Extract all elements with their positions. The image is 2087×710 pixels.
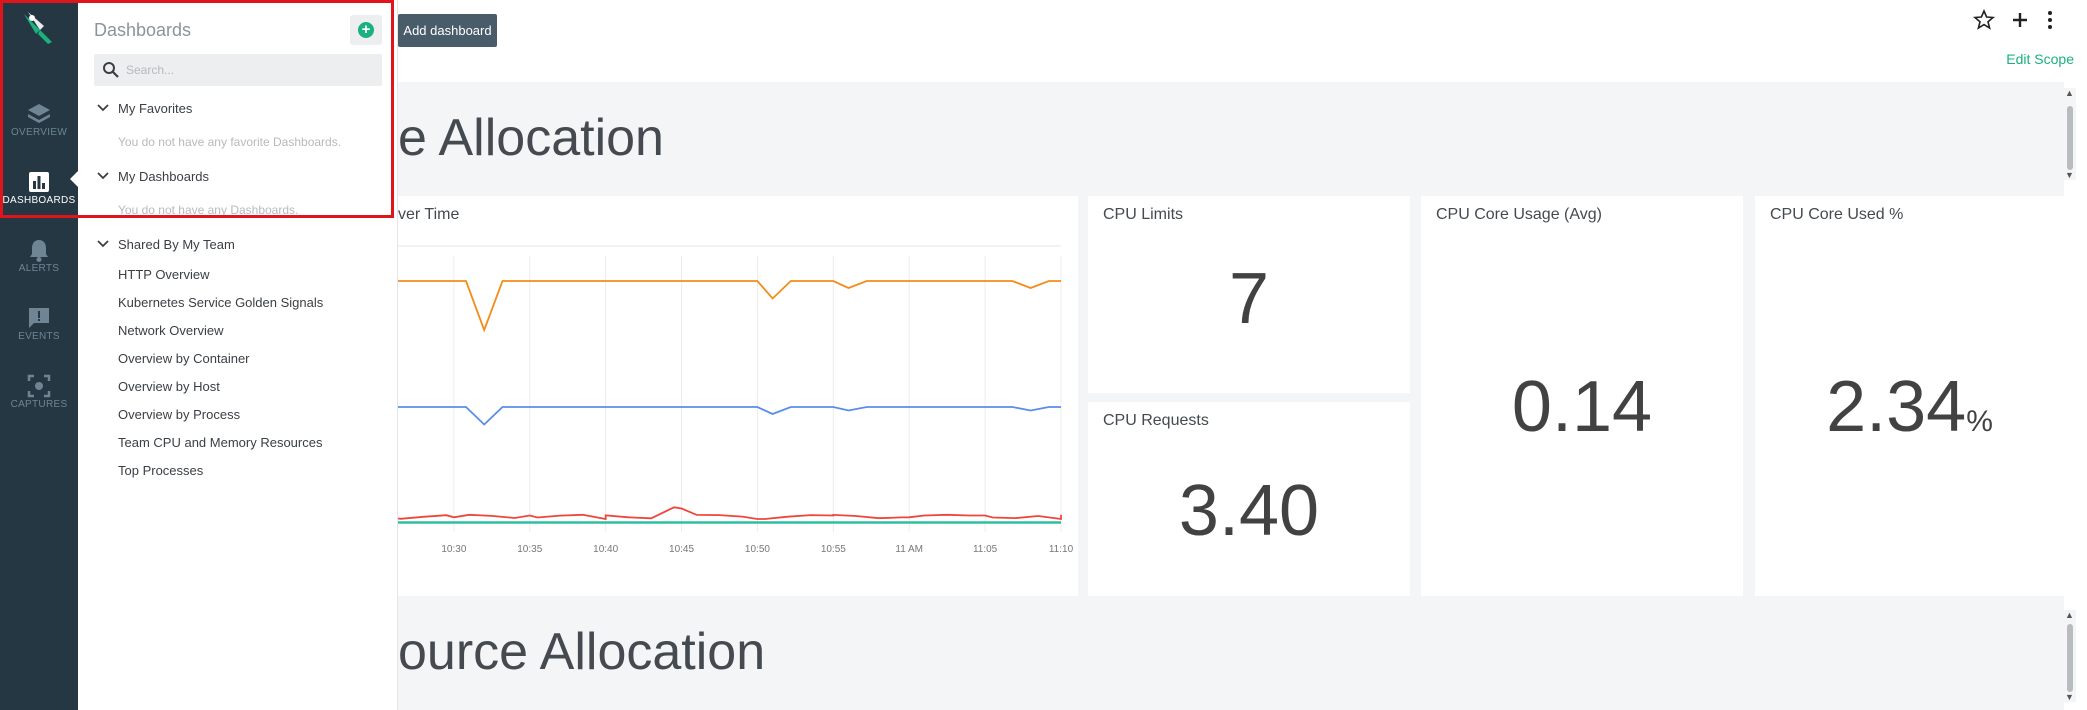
- sysdig-logo-icon[interactable]: [18, 8, 58, 48]
- x-tick-label: 10:55: [821, 544, 846, 555]
- plus-circle-icon: +: [358, 22, 374, 38]
- series-line: [398, 506, 1062, 521]
- section-title: My Dashboards: [118, 169, 210, 184]
- series-line: [398, 406, 1061, 426]
- card-value: 0.14: [1511, 367, 1653, 447]
- scroll-thumb[interactable]: [2067, 106, 2073, 170]
- x-tick-label: 11 AM: [895, 544, 923, 555]
- section-title: Shared By My Team: [118, 237, 235, 252]
- x-tick-label: 10:35: [517, 544, 542, 555]
- scrollbar-bottom[interactable]: ▲ ▼: [2064, 610, 2076, 702]
- dashboard-link[interactable]: Team CPU and Memory Resources: [118, 435, 322, 450]
- chevron-down-icon: [97, 172, 109, 180]
- scroll-down-arrow[interactable]: ▼: [2065, 170, 2074, 180]
- card-title: CPU Core Used %: [1770, 206, 1904, 223]
- more-vertical-icon[interactable]: [2038, 8, 2062, 32]
- panel-title: Dashboards: [94, 20, 192, 40]
- card-cpu-core-usage: CPU Core Usage (Avg) 0.14: [1421, 196, 1743, 596]
- add-dashboard-icon-button[interactable]: +: [350, 15, 382, 45]
- layers-icon: [28, 104, 50, 123]
- dashboard-link[interactable]: Overview by Container: [118, 351, 250, 366]
- dashboard-content: e Allocation ver Time 10:30 10:35 10:40 10:…: [398, 82, 2076, 710]
- dashboard-link[interactable]: Kubernetes Service Golden Signals: [118, 295, 323, 310]
- plus-icon[interactable]: [2008, 8, 2032, 32]
- chat-alert-icon: [29, 308, 49, 328]
- card-title: CPU Requests: [1103, 412, 1209, 429]
- scroll-down-arrow[interactable]: ▼: [2065, 692, 2074, 702]
- nav-item-events[interactable]: EVENTS: [0, 298, 78, 362]
- dashboard-search: [94, 54, 382, 86]
- bar-chart-icon: [29, 172, 49, 192]
- top-bar: Add dashboard Edit Scope: [398, 0, 2087, 82]
- nav-item-dashboards[interactable]: DASHBOARDS: [0, 162, 78, 226]
- section-my-favorites[interactable]: My Favorites: [94, 99, 384, 119]
- search-input[interactable]: [126, 54, 376, 86]
- x-tick-label: 11:10: [1049, 544, 1074, 555]
- card-cpu-requests: CPU Requests 3.40: [1088, 402, 1410, 596]
- chevron-down-icon: [97, 104, 109, 112]
- my-dashboards-empty-note: You do not have any Dashboards.: [118, 203, 299, 217]
- card-cpu-core-used-pct: CPU Core Used % 2.34%: [1755, 196, 2064, 596]
- nav-item-label: ALERTS: [18, 263, 60, 274]
- section-heading: ource Allocation: [398, 623, 766, 681]
- nav-item-captures[interactable]: CAPTURES: [0, 366, 78, 430]
- card-value: 3.40: [1178, 471, 1320, 551]
- bell-icon: [30, 240, 48, 262]
- x-tick-label: 10:30: [441, 544, 466, 555]
- favorites-empty-note: You do not have any favorite Dashboards.: [118, 135, 342, 149]
- card-unit: %: [1966, 405, 1993, 438]
- dashboard-link[interactable]: Network Overview: [118, 323, 223, 338]
- dashboard-link[interactable]: Overview by Host: [118, 379, 220, 394]
- card-cpu-limits: CPU Limits 7: [1088, 196, 1410, 393]
- chart-panel: ver Time 10:30 10:35 10:40 10:45 10:50 10:55 1…: [398, 196, 1078, 596]
- line-chart: 10:30 10:35 10:40 10:45 10:50 10:55 11 AM 11:05…: [398, 245, 1074, 555]
- dashboard-link[interactable]: Top Processes: [118, 463, 203, 478]
- card-title: CPU Core Usage (Avg): [1436, 206, 1602, 223]
- active-nav-pointer: [70, 171, 78, 187]
- dashboard-link[interactable]: Overview by Process: [118, 407, 240, 422]
- card-value-wrap: 2.34%: [1755, 366, 2064, 448]
- card-value: 2.34: [1826, 367, 1967, 447]
- x-tick-label: 11:05: [973, 544, 998, 555]
- add-dashboard-button[interactable]: Add dashboard: [398, 14, 497, 47]
- series-line: [398, 280, 1061, 333]
- nav-item-label: DASHBOARDS: [2, 195, 76, 206]
- nav-item-alerts[interactable]: ALERTS: [0, 230, 78, 294]
- nav-item-label: CAPTURES: [10, 399, 68, 410]
- edit-scope-link[interactable]: Edit Scope: [2006, 51, 2074, 67]
- nav-item-overview[interactable]: OVERVIEW: [0, 94, 78, 158]
- left-nav-rail: OVERVIEW DASHBOARDS ALERTS EVENTS CAPTUR…: [0, 0, 78, 710]
- scroll-thumb[interactable]: [2067, 624, 2073, 692]
- x-tick-label: 10:45: [669, 544, 694, 555]
- nav-item-label: EVENTS: [18, 331, 60, 342]
- star-icon[interactable]: [1972, 8, 1996, 32]
- search-icon: [103, 62, 119, 78]
- x-tick-label: 10:40: [593, 544, 618, 555]
- section-title: My Favorites: [118, 101, 193, 116]
- dashboards-panel: Dashboards + My Favorites You do not hav…: [78, 0, 398, 710]
- nav-item-label: OVERVIEW: [10, 127, 68, 138]
- dashboard-link[interactable]: HTTP Overview: [118, 267, 210, 282]
- card-value: 7: [1228, 259, 1270, 339]
- x-tick-label: 10:50: [745, 544, 770, 555]
- chevron-down-icon: [97, 240, 109, 248]
- capture-icon: [27, 374, 51, 398]
- section-my-dashboards[interactable]: My Dashboards: [94, 167, 384, 187]
- section-shared-by-team[interactable]: Shared By My Team: [94, 235, 384, 255]
- scrollbar-top[interactable]: ▲ ▼: [2064, 88, 2076, 180]
- scroll-up-arrow[interactable]: ▲: [2065, 88, 2074, 98]
- scroll-up-arrow[interactable]: ▲: [2065, 610, 2074, 620]
- section-heading: e Allocation: [398, 109, 664, 167]
- card-title: CPU Limits: [1103, 206, 1184, 223]
